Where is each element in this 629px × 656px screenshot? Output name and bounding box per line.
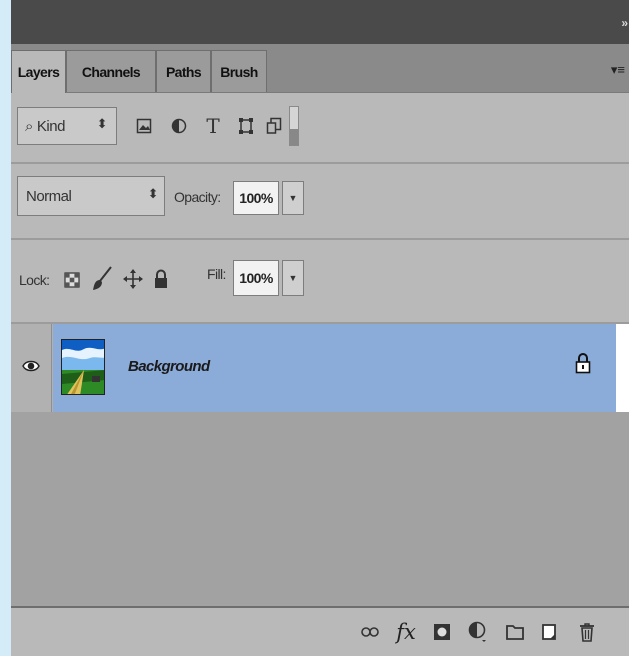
- spinner-icon: ⬍: [96, 116, 108, 131]
- eye-icon: [22, 359, 40, 378]
- new-group-icon[interactable]: [504, 620, 526, 644]
- layer-thumbnail: [61, 339, 105, 395]
- lock-image-icon[interactable]: [91, 266, 113, 292]
- spinner-icon: ⬍: [147, 186, 159, 201]
- tab-paths[interactable]: Paths: [156, 50, 211, 92]
- lock-all-icon[interactable]: [152, 268, 170, 290]
- link-layers-icon[interactable]: [359, 620, 381, 644]
- layers-empty-area: [11, 412, 629, 606]
- opacity-input[interactable]: 100%: [233, 181, 279, 215]
- fill-dropdown-button[interactable]: ▼: [282, 260, 304, 296]
- type-filter-icon[interactable]: T: [204, 114, 222, 138]
- filter-toggle-switch[interactable]: [289, 106, 299, 146]
- tab-layers[interactable]: Layers: [11, 50, 66, 93]
- panel-tab-bar: Layers Channels Paths Brush ▾≡: [11, 44, 629, 93]
- layer-lock-icon: [575, 352, 591, 374]
- search-icon: ⌕: [25, 117, 33, 135]
- panel-title-bar: »: [11, 0, 629, 45]
- layer-name[interactable]: Background: [128, 358, 210, 375]
- scrollbar-edge: [616, 324, 629, 412]
- lock-position-icon[interactable]: [122, 268, 144, 290]
- blend-mode-select[interactable]: Normal ⬍: [17, 176, 165, 216]
- fill-input[interactable]: 100%: [233, 260, 279, 296]
- panel-menu-icon[interactable]: ▾≡: [611, 62, 625, 78]
- blend-row: Normal ⬍ Opacity: 100% ▼: [11, 164, 629, 240]
- new-layer-icon[interactable]: [538, 620, 560, 644]
- delete-layer-icon[interactable]: [576, 620, 598, 644]
- add-mask-icon[interactable]: [431, 620, 453, 644]
- lock-row: Lock: Fill: 100% ▼: [11, 240, 629, 324]
- bottom-toolbar: fx: [11, 606, 629, 656]
- layer-selection[interactable]: Background: [53, 324, 616, 412]
- adjustment-layer-icon[interactable]: [467, 620, 489, 644]
- collapse-icon[interactable]: »: [621, 16, 628, 30]
- lock-transparent-icon[interactable]: [63, 270, 81, 290]
- adjustment-filter-icon[interactable]: [170, 116, 188, 136]
- smart-object-filter-icon[interactable]: [265, 116, 283, 136]
- layers-panel: » Layers Channels Paths Brush ▾≡ ⌕ Kind …: [11, 0, 629, 656]
- opacity-dropdown-button[interactable]: ▼: [282, 181, 304, 215]
- layer-style-icon[interactable]: fx: [395, 620, 417, 644]
- image-filter-icon[interactable]: [135, 116, 153, 136]
- layer-filter-row: ⌕ Kind ⬍ T: [11, 92, 629, 164]
- filter-kind-select[interactable]: ⌕ Kind ⬍: [17, 107, 117, 145]
- layer-row[interactable]: Background: [11, 324, 629, 412]
- lock-label: Lock:: [19, 272, 50, 288]
- opacity-label: Opacity:: [174, 189, 221, 205]
- visibility-toggle[interactable]: [11, 324, 52, 412]
- tab-brush[interactable]: Brush: [211, 50, 267, 92]
- filter-kind-label: Kind: [36, 117, 66, 135]
- tab-channels[interactable]: Channels: [66, 50, 156, 92]
- fill-label: Fill:: [207, 266, 226, 282]
- blend-mode-value: Normal: [26, 187, 72, 205]
- shape-filter-icon[interactable]: [237, 116, 255, 136]
